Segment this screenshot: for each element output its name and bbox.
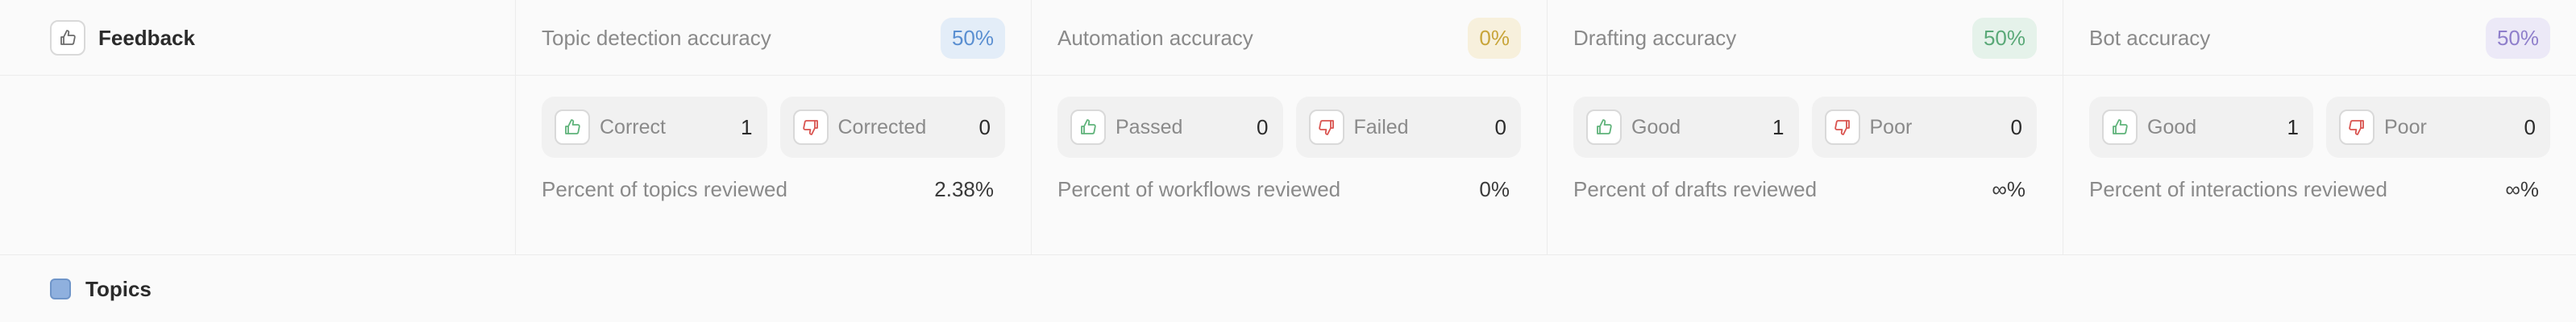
metrics-body-row: Correct 1 Corrected 0 Percent of topics …: [0, 76, 2576, 255]
header-row: Feedback Topic detection accuracy 50% Au…: [0, 0, 2576, 76]
topics-title: Topics: [85, 276, 152, 301]
topic-detection-header: Topic detection accuracy 50%: [516, 0, 1032, 76]
vote-label: Failed: [1353, 115, 1409, 138]
bot-body: Good 1 Poor 0 Percent of interactions re…: [2063, 76, 2576, 255]
vote-label: Correct: [600, 115, 666, 138]
bot-header: Bot accuracy 50%: [2063, 0, 2576, 76]
thumbs-up-icon: [50, 20, 85, 56]
percent-label: Percent of workflows reviewed: [1057, 177, 1341, 201]
vote-label: Poor: [1869, 115, 1913, 138]
percent-label: Percent of topics reviewed: [542, 177, 787, 201]
accuracy-badge: 0%: [1468, 17, 1521, 59]
automation-body: Passed 0 Failed 0 Percent of workflows r…: [1032, 76, 1548, 255]
thumbs-down-icon[interactable]: [1824, 109, 1860, 145]
percent-reviewed-row: Percent of interactions reviewed ∞%: [2089, 177, 2550, 202]
vote-label: Passed: [1116, 115, 1183, 138]
vote-count: 0: [1494, 114, 1506, 139]
vote-count: 1: [2287, 114, 2299, 139]
empty-cell: [0, 76, 516, 255]
negative-vote-card[interactable]: Poor 0: [2326, 97, 2550, 158]
topics-row[interactable]: Topics: [0, 256, 2576, 322]
positive-vote-card[interactable]: Good 1: [1573, 97, 1799, 158]
vote-label: Poor: [2384, 115, 2427, 138]
vote-row: Good 1 Poor 0: [2089, 97, 2550, 158]
accuracy-badge: 50%: [940, 17, 1005, 59]
thumbs-up-icon[interactable]: [555, 109, 590, 145]
vote-label: Good: [2147, 115, 2197, 138]
vote-label: Corrected: [837, 115, 927, 138]
percent-reviewed-row: Percent of topics reviewed 2.38%: [542, 177, 1005, 202]
metric-title: Drafting accuracy: [1573, 25, 1737, 50]
feedback-title: Feedback: [98, 25, 195, 50]
percent-reviewed-row: Percent of drafts reviewed ∞%: [1573, 177, 2037, 202]
thumbs-down-icon[interactable]: [1308, 109, 1344, 145]
positive-vote-card[interactable]: Good 1: [2089, 97, 2313, 158]
vote-count: 1: [1772, 114, 1785, 139]
feedback-header: Feedback: [0, 0, 516, 76]
vote-count: 0: [978, 114, 991, 139]
percent-label: Percent of interactions reviewed: [2089, 177, 2387, 201]
percent-value: 0%: [1479, 177, 1510, 201]
accuracy-badge: 50%: [2485, 17, 2550, 59]
automation-header: Automation accuracy 0%: [1032, 0, 1548, 76]
percent-value: ∞%: [1992, 177, 2025, 201]
thumbs-down-icon[interactable]: [2339, 109, 2374, 145]
accuracy-badge: 50%: [1971, 17, 2037, 59]
negative-vote-card[interactable]: Failed 0: [1295, 97, 1521, 158]
topic-detection-body: Correct 1 Corrected 0 Percent of topics …: [516, 76, 1032, 255]
metric-title: Topic detection accuracy: [542, 25, 771, 50]
thumbs-down-icon[interactable]: [792, 109, 829, 145]
vote-row: Good 1 Poor 0: [1573, 97, 2037, 158]
thumbs-up-icon[interactable]: [1586, 109, 1622, 145]
thumbs-up-icon[interactable]: [2102, 109, 2138, 145]
feedback-panel: Feedback Topic detection accuracy 50% Au…: [0, 0, 2576, 322]
thumbs-up-icon[interactable]: [1070, 109, 1106, 145]
metric-title: Automation accuracy: [1057, 25, 1253, 50]
positive-vote-card[interactable]: Passed 0: [1057, 97, 1283, 158]
vote-row: Correct 1 Corrected 0: [542, 97, 1005, 158]
vote-row: Passed 0 Failed 0: [1057, 97, 1521, 158]
percent-label: Percent of drafts reviewed: [1573, 177, 1818, 201]
drafting-body: Good 1 Poor 0 Percent of drafts reviewed…: [1548, 76, 2063, 255]
percent-reviewed-row: Percent of workflows reviewed 0%: [1057, 177, 1521, 202]
metric-title: Bot accuracy: [2089, 25, 2211, 50]
drafting-header: Drafting accuracy 50%: [1548, 0, 2063, 76]
percent-value: ∞%: [2505, 177, 2539, 201]
vote-count: 0: [2524, 114, 2536, 139]
percent-value: 2.38%: [934, 177, 994, 201]
negative-vote-card[interactable]: Poor 0: [1811, 97, 2037, 158]
vote-count: 0: [1257, 114, 1269, 139]
topic-color-swatch: [50, 279, 71, 299]
negative-vote-card[interactable]: Corrected 0: [779, 97, 1005, 158]
vote-count: 0: [2010, 114, 2022, 139]
positive-vote-card[interactable]: Correct 1: [542, 97, 767, 158]
vote-label: Good: [1631, 115, 1681, 138]
vote-count: 1: [741, 114, 753, 139]
